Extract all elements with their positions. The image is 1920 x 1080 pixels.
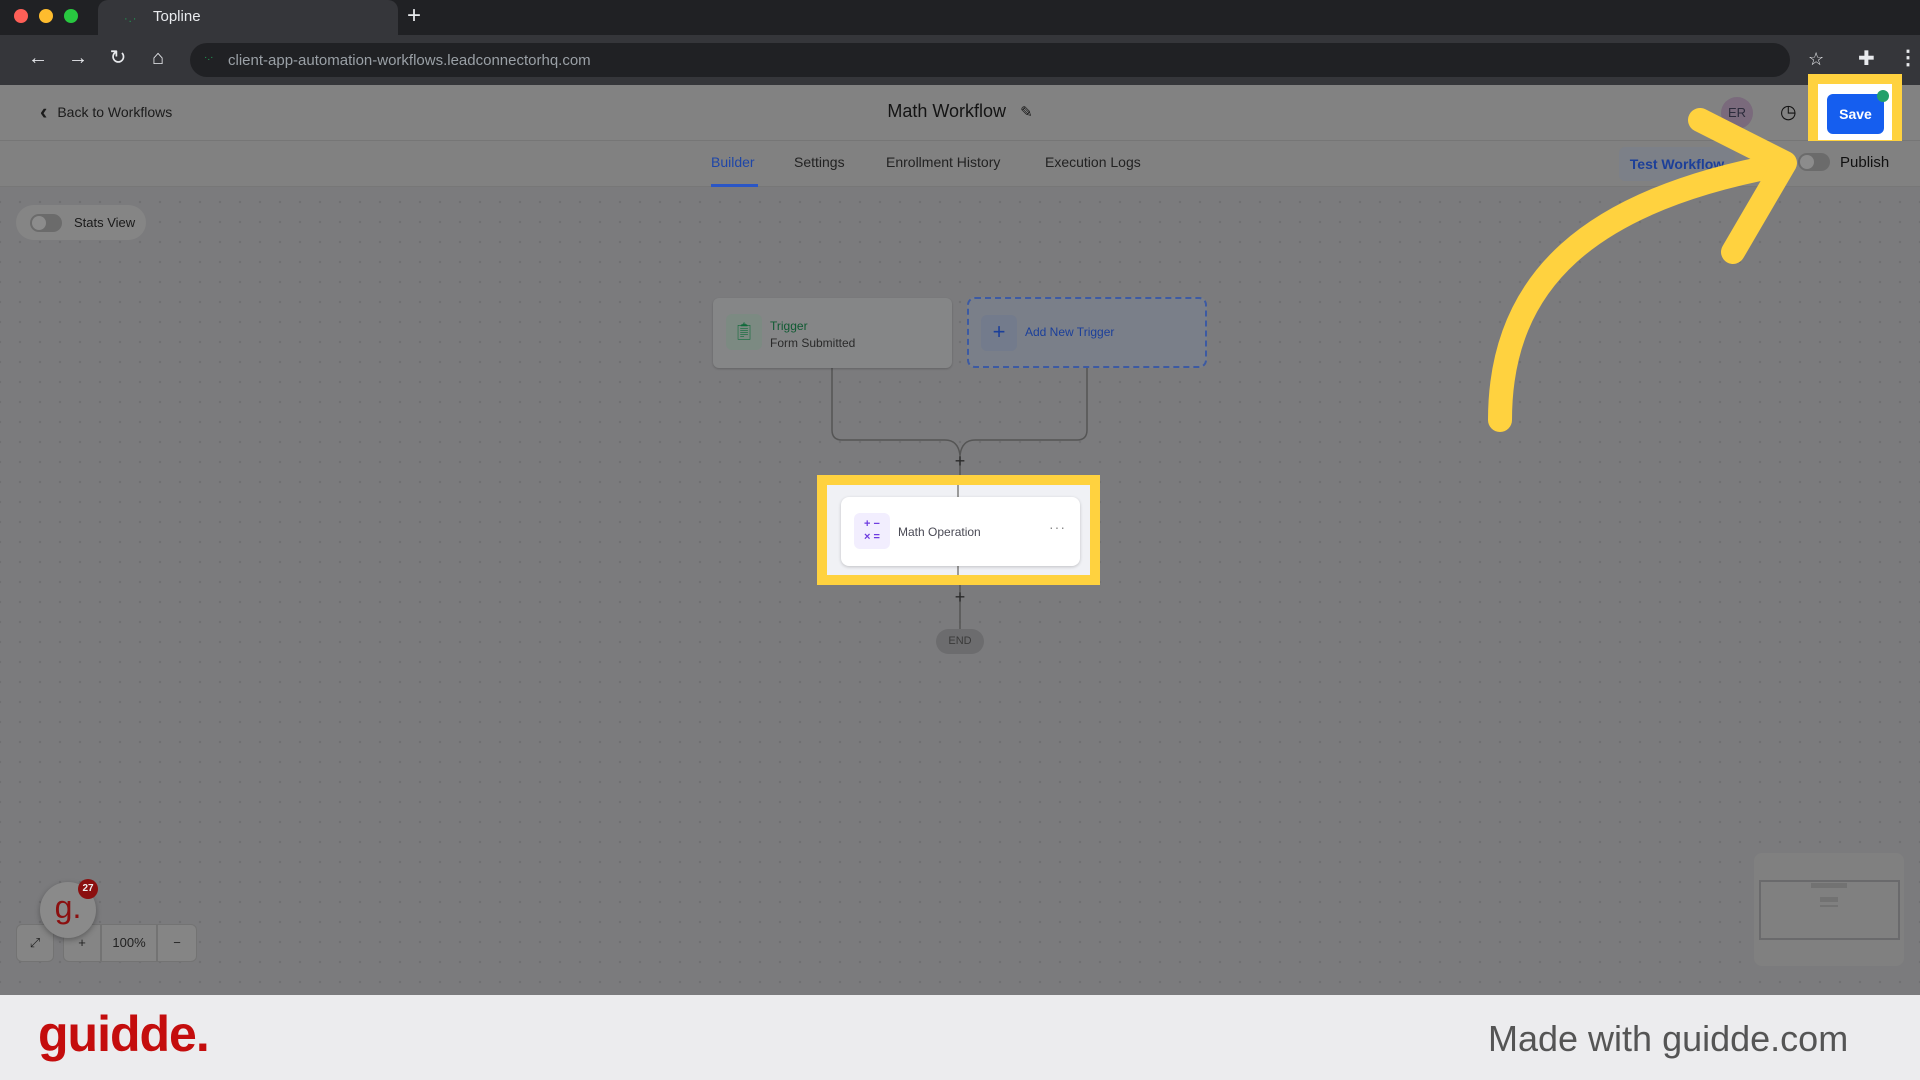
made-with-text: Made with guidde.com bbox=[1488, 1018, 1849, 1059]
workflow-builder-app: ‹ Back to Workflows Math Workflow ✎ ER ◷ … bbox=[0, 74, 1920, 995]
add-step-button[interactable]: + bbox=[950, 587, 970, 608]
favicon-icon: ·.· bbox=[124, 13, 138, 25]
stats-view-switch[interactable] bbox=[30, 213, 62, 232]
tab-enrollment-history[interactable]: Enrollment History bbox=[886, 154, 1000, 170]
app-header: ‹ Back to Workflows Math Workflow ✎ ER ◷ … bbox=[0, 74, 1920, 150]
reload-icon[interactable]: ↻ bbox=[106, 47, 130, 69]
trigger-connector bbox=[831, 368, 961, 456]
address-bar[interactable]: ·.· client-app-automation-workflows.lead… bbox=[190, 43, 1790, 77]
guidde-logo: guidde. bbox=[38, 1006, 210, 1062]
workflow-canvas[interactable]: Stats View 📋︎ Trigger Form Submitted + A… bbox=[0, 187, 1920, 995]
math-operation-node[interactable]: + − × = Math Operation ··· bbox=[841, 497, 1080, 566]
arrow-left-icon[interactable]: ← bbox=[26, 47, 50, 69]
trigger-node[interactable]: 📋︎ Trigger Form Submitted bbox=[713, 298, 952, 368]
puzzle-icon[interactable]: ✚ bbox=[1858, 46, 1875, 71]
new-tab-button[interactable]: + bbox=[407, 4, 421, 28]
arrow-right-icon[interactable]: → bbox=[66, 47, 90, 69]
url-text: client-app-automation-workflows.leadconn… bbox=[228, 52, 591, 69]
stats-view-toggle[interactable]: Stats View bbox=[16, 205, 146, 240]
minimize-window-button[interactable] bbox=[39, 9, 53, 23]
unsaved-indicator-dot bbox=[1877, 90, 1889, 102]
maximize-window-button[interactable] bbox=[64, 9, 78, 23]
notification-badge: 27 bbox=[78, 879, 98, 899]
tab-title: Topline bbox=[153, 8, 201, 25]
minimap-viewport[interactable] bbox=[1759, 880, 1900, 940]
zoom-out-button[interactable]: − bbox=[157, 924, 197, 962]
more-options-icon[interactable]: ··· bbox=[1049, 519, 1066, 535]
workflow-tabs: Builder Settings Enrollment History Exec… bbox=[0, 141, 1920, 187]
star-icon[interactable]: ☆ bbox=[1808, 49, 1824, 70]
pencil-icon[interactable]: ✎ bbox=[1020, 104, 1033, 121]
publish-label: Publish bbox=[1840, 153, 1890, 171]
workflow-title-text: Math Workflow bbox=[887, 101, 1007, 121]
minimap-end-node bbox=[1820, 905, 1838, 907]
minimap-trigger-nodes bbox=[1811, 883, 1847, 888]
plus-icon: + bbox=[981, 315, 1017, 351]
trigger-title: Trigger bbox=[770, 319, 808, 333]
save-highlight: Save bbox=[1808, 74, 1902, 150]
test-workflow-button[interactable]: Test Workflow bbox=[1619, 147, 1735, 181]
math-highlight-inner: + − × = Math Operation ··· bbox=[827, 485, 1090, 575]
zoom-level: 100% bbox=[101, 924, 157, 962]
browser-toolbar: ← → ↻ ⌂ ·.· client-app-automation-workfl… bbox=[0, 35, 1920, 85]
save-highlight-inner: Save bbox=[1818, 84, 1892, 140]
math-operation-highlight: + − × = Math Operation ··· bbox=[817, 475, 1100, 585]
add-new-trigger-button[interactable]: + Add New Trigger bbox=[967, 297, 1207, 368]
history-icon[interactable]: ◷ bbox=[1780, 101, 1797, 124]
minimap-action-node bbox=[1820, 897, 1838, 902]
tab-builder[interactable]: Builder bbox=[711, 154, 755, 170]
minimap[interactable] bbox=[1754, 853, 1904, 966]
end-node: END bbox=[936, 629, 984, 654]
publish-toggle[interactable]: Publish bbox=[1798, 153, 1889, 171]
more-vertical-icon[interactable]: ⋮ bbox=[1898, 45, 1918, 70]
workflow-title: Math Workflow ✎ bbox=[0, 101, 1920, 122]
tab-settings[interactable]: Settings bbox=[794, 154, 845, 170]
add-trigger-connector bbox=[959, 368, 1088, 456]
calculator-icon: + − × = bbox=[854, 513, 890, 549]
save-button[interactable]: Save bbox=[1827, 94, 1884, 134]
home-icon[interactable]: ⌂ bbox=[146, 47, 170, 69]
guidde-footer: guidde. Made with guidde.com bbox=[0, 995, 1920, 1080]
site-icon: ·.· bbox=[204, 52, 214, 63]
stats-view-label: Stats View bbox=[74, 215, 136, 230]
avatar[interactable]: ER bbox=[1721, 97, 1753, 129]
add-step-button[interactable]: + bbox=[950, 451, 970, 472]
math-operation-label: Math Operation bbox=[898, 525, 981, 539]
trigger-subtitle: Form Submitted bbox=[770, 336, 856, 350]
tab-execution-logs[interactable]: Execution Logs bbox=[1045, 154, 1141, 170]
publish-switch[interactable] bbox=[1798, 153, 1830, 171]
add-trigger-label: Add New Trigger bbox=[1025, 325, 1115, 339]
browser-tab[interactable]: ·.· Topline bbox=[98, 0, 398, 35]
clipboard-icon: 📋︎ bbox=[726, 314, 762, 350]
close-window-button[interactable] bbox=[14, 9, 28, 23]
